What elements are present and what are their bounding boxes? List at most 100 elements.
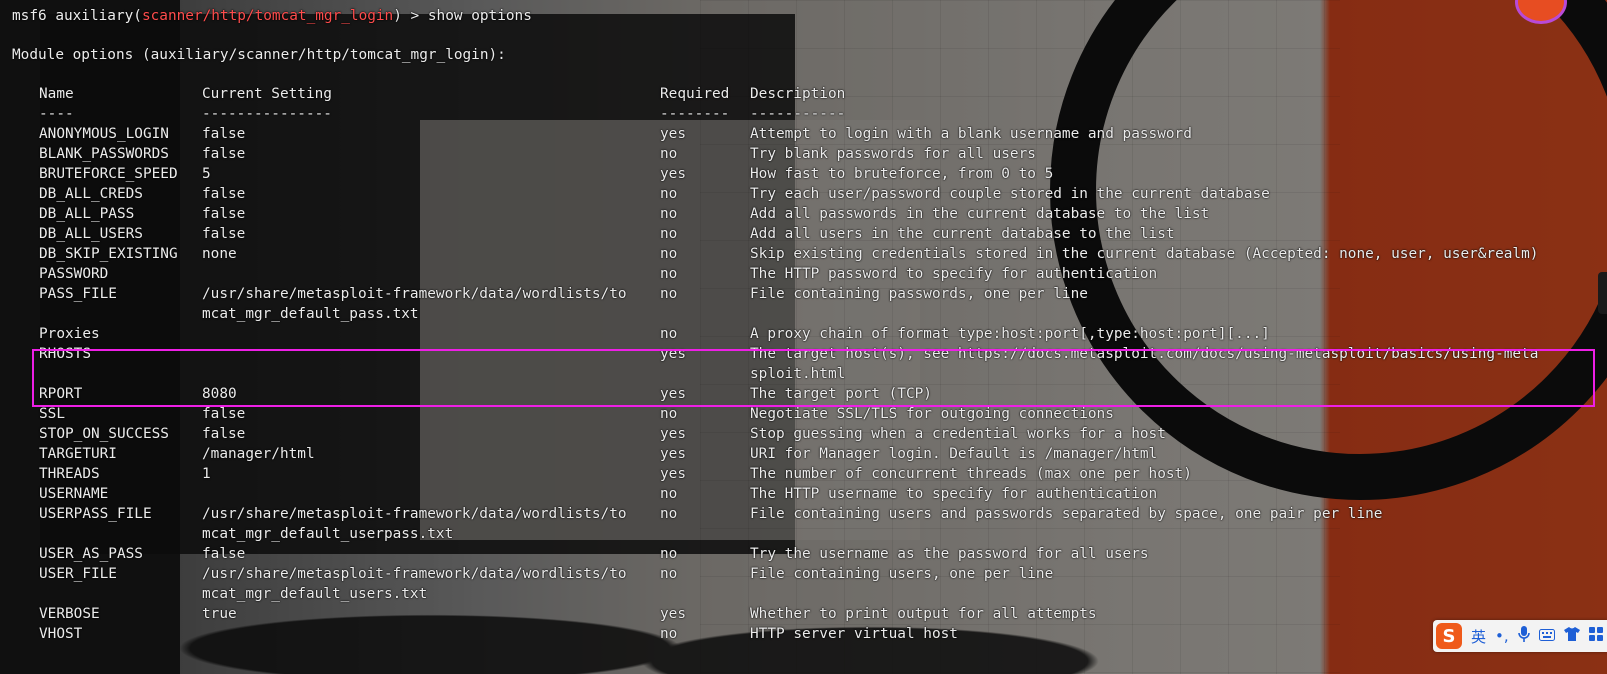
table-row: PASS_FILE/usr/share/metasploit-framework…	[0, 284, 1607, 304]
cell-name: PASS_FILE	[39, 286, 117, 302]
cell-setting: false	[202, 406, 246, 422]
cell-required: no	[660, 186, 678, 202]
cell-description: HTTP server virtual host	[750, 626, 958, 642]
cell-name: VERBOSE	[39, 606, 100, 622]
cell-description: A proxy chain of format type:host:port[,…	[750, 326, 1270, 342]
cell-required: yes	[660, 126, 686, 142]
command-prompt-line: msf6 auxiliary(scanner/http/tomcat_mgr_l…	[12, 6, 532, 26]
cell-required: no	[660, 226, 678, 242]
cell-required: no	[660, 566, 678, 582]
cell-setting: none	[202, 246, 237, 262]
prompt-command: show options	[427, 8, 532, 24]
mic-icon[interactable]	[1517, 626, 1530, 646]
cell-name: STOP_ON_SUCCESS	[39, 426, 169, 442]
table-row: DB_ALL_PASS false no Add all passwords in t…	[0, 204, 1607, 224]
cell-required: yes	[660, 606, 686, 622]
cell-required: yes	[660, 466, 686, 482]
cell-description: Skip existing credentials stored in the …	[750, 246, 1539, 262]
cell-description: Attempt to login with a blank username a…	[750, 126, 1192, 142]
grid-icon[interactable]	[1588, 627, 1603, 645]
cell-setting: 1	[202, 466, 211, 482]
cell-name: VHOST	[39, 626, 83, 642]
header-name: Name	[39, 86, 74, 102]
cell-name: DB_ALL_USERS	[39, 226, 143, 242]
cell-required: no	[660, 246, 678, 262]
table-row: USER_FILE/usr/share/metasploit-framework…	[0, 564, 1607, 584]
cell-required: no	[660, 286, 678, 302]
table-row-continuation: mcat_mgr_default_pass.txt	[0, 304, 1607, 324]
cell-required: no	[660, 326, 678, 342]
cell-description: The HTTP password to specify for authent…	[750, 266, 1158, 282]
cell-name: ANONYMOUS_LOGIN	[39, 126, 169, 142]
table-row-continuation: mcat_mgr_default_userpass.txt	[0, 524, 1607, 544]
cell-description: How fast to bruteforce, from 0 to 5	[750, 166, 1054, 182]
cell-setting: false	[202, 226, 246, 242]
cell-setting: /manager/html	[202, 446, 315, 462]
table-row: VHOST no HTTP server virtual host	[0, 624, 1607, 644]
cell-name: USER_AS_PASS	[39, 546, 143, 562]
shirt-icon[interactable]	[1563, 627, 1580, 645]
cell-setting: /usr/share/metasploit-framework/data/wor…	[202, 286, 627, 302]
header-required: Required	[660, 86, 730, 102]
cell-required: no	[660, 266, 678, 282]
header-description: Description	[750, 86, 846, 102]
cell-setting: false	[202, 186, 246, 202]
cell-required: yes	[660, 426, 686, 442]
cell-name: USER_FILE	[39, 566, 117, 582]
cell-description: File containing users, one per line	[750, 566, 1054, 582]
table-row: USER_AS_PASS false no Try the username as t…	[0, 544, 1607, 564]
ime-lang-toggle[interactable]: 英	[1471, 626, 1486, 647]
table-row: USERNAME no The HTTP username to specify f…	[0, 484, 1607, 504]
cell-required: no	[660, 206, 678, 222]
table-row: Proxies no A proxy chain of format type:ho…	[0, 324, 1607, 344]
cell-setting-continued: mcat_mgr_default_pass.txt	[202, 306, 419, 322]
cell-required: yes	[660, 166, 686, 182]
cell-required: no	[660, 506, 678, 522]
underline-name: ----	[39, 106, 74, 122]
cell-description: Add all users in the current database to…	[750, 226, 1175, 242]
table-row: STOP_ON_SUCCESS false yes Stop guessing whe…	[0, 424, 1607, 444]
cell-name: BLANK_PASSWORDS	[39, 146, 169, 162]
table-row: BRUTEFORCE_SPEED 5 yes How fast to brutefor…	[0, 164, 1607, 184]
cell-setting-continued: mcat_mgr_default_userpass.txt	[202, 526, 454, 542]
cell-name: USERNAME	[39, 486, 109, 502]
cell-description: Try the username as the password for all…	[750, 546, 1149, 562]
cell-description: URI for Manager login. Default is /manag…	[750, 446, 1158, 462]
cell-description: Stop guessing when a credential works fo…	[750, 426, 1166, 442]
underline-setting: ---------------	[202, 106, 332, 122]
terminal-output[interactable]: msf6 auxiliary(scanner/http/tomcat_mgr_l…	[0, 0, 1607, 674]
cell-setting: true	[202, 606, 237, 622]
cell-description: Add all passwords in the current databas…	[750, 206, 1210, 222]
cell-description: Try blank passwords for all users	[750, 146, 1036, 162]
table-row: BLANK_PASSWORDS false no Try blank password…	[0, 144, 1607, 164]
cell-name: DB_SKIP_EXISTING	[39, 246, 178, 262]
sogou-logo-icon[interactable]: S	[1436, 623, 1462, 649]
cell-required: no	[660, 546, 678, 562]
table-row: SSL false no Negotiate SSL/TLS for outgoing…	[0, 404, 1607, 424]
cell-required: no	[660, 486, 678, 502]
cell-setting: false	[202, 546, 246, 562]
cell-name: PASSWORD	[39, 266, 109, 282]
cell-setting: false	[202, 426, 246, 442]
ime-toolbar[interactable]: S 英 •,	[1433, 620, 1607, 652]
underline-required: --------	[660, 106, 730, 122]
prompt-prefix: msf6 auxiliary(	[12, 8, 142, 24]
table-row: DB_SKIP_EXISTING none no Skip existing cred…	[0, 244, 1607, 264]
table-row: THREADS 1 yes The number of concurrent thre…	[0, 464, 1607, 484]
keyboard-icon[interactable]	[1538, 627, 1555, 645]
prompt-suffix: ) >	[393, 8, 428, 24]
header-setting: Current Setting	[202, 86, 332, 102]
cell-name: SSL	[39, 406, 65, 422]
cell-required: no	[660, 406, 678, 422]
cell-name: BRUTEFORCE_SPEED	[39, 166, 178, 182]
table-row-continuation: mcat_mgr_default_users.txt	[0, 584, 1607, 604]
table-row: VERBOSE true yes Whether to print output fo…	[0, 604, 1607, 624]
prompt-module: scanner/http/tomcat_mgr_login	[141, 8, 394, 24]
cell-required: no	[660, 146, 678, 162]
table-row: PASSWORD no The HTTP password to specify f…	[0, 264, 1607, 284]
cell-setting: false	[202, 146, 246, 162]
highlight-box	[32, 349, 1595, 407]
ime-punct-toggle[interactable]: •,	[1495, 627, 1509, 645]
cell-description: Negotiate SSL/TLS for outgoing connectio…	[750, 406, 1114, 422]
cell-setting: false	[202, 206, 246, 222]
